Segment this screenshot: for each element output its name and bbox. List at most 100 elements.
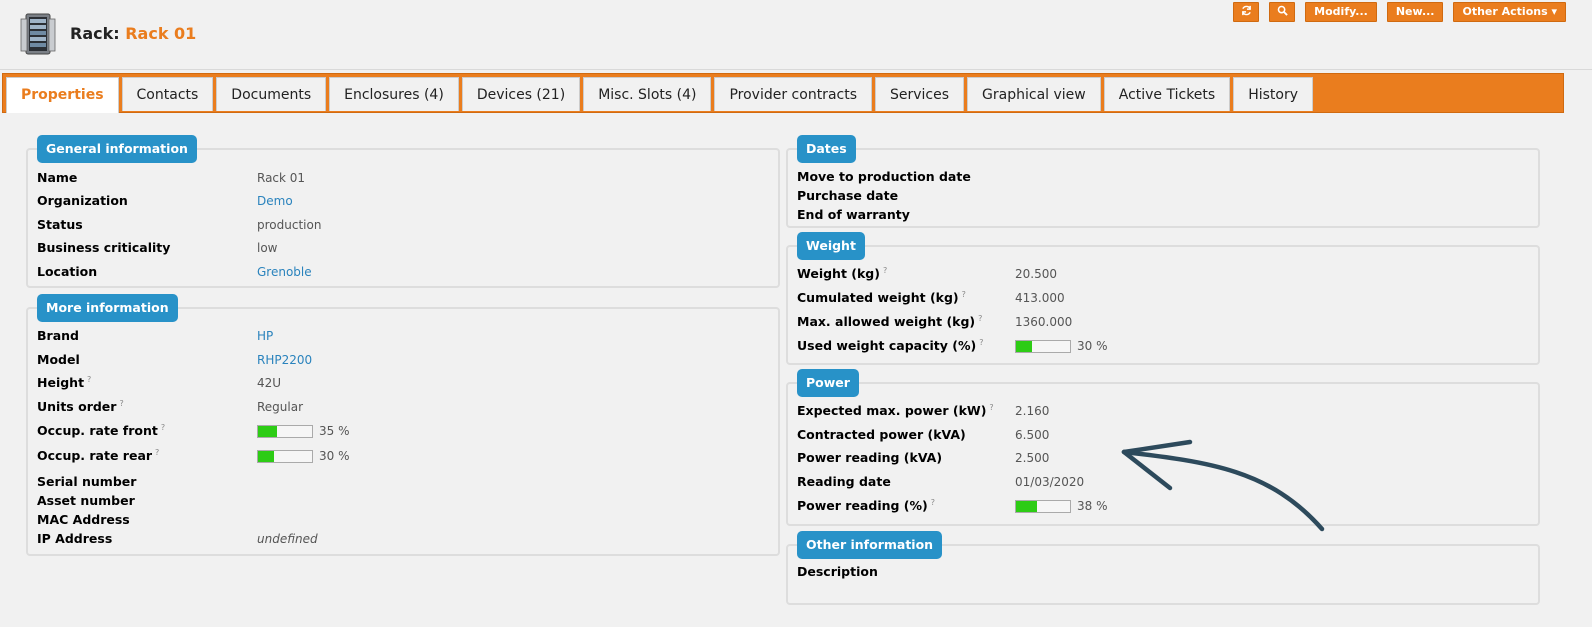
help-icon[interactable]: ?: [979, 338, 983, 347]
tab-graphical-view[interactable]: Graphical view: [967, 77, 1101, 111]
more-asset-number-label-text: Asset number: [37, 493, 135, 508]
more-units-order-label-text: Units order: [37, 399, 117, 415]
power-power-reading-kva-value: 2.500: [1015, 451, 1050, 465]
more-brand-value[interactable]: HP: [257, 329, 273, 343]
more-serial-number-label: Serial number: [37, 474, 136, 489]
general-location-label-text: Location: [37, 264, 98, 279]
more-occup-rate-rear-label-text: Occup. rate rear: [37, 448, 153, 464]
tab-enclosures-4[interactable]: Enclosures (4): [329, 77, 459, 111]
help-icon[interactable]: ?: [962, 290, 966, 299]
general-information-legend: General information: [37, 135, 197, 163]
weight-legend: Weight: [797, 232, 865, 260]
refresh-button[interactable]: [1233, 2, 1260, 22]
general-location-value[interactable]: Grenoble: [257, 265, 312, 279]
tab-provider-contracts[interactable]: Provider contracts: [714, 77, 872, 111]
help-icon[interactable]: ?: [931, 498, 935, 507]
help-icon[interactable]: ?: [161, 423, 165, 432]
general-location-label: Location: [37, 264, 97, 279]
power-power-reading-label: Power reading (%)?: [797, 498, 935, 513]
tab-history[interactable]: History: [1233, 77, 1314, 111]
weight-used-weight-capacity-value: 30 %: [1077, 339, 1108, 353]
more-occup-rate-rear-progress-fill: [258, 451, 275, 462]
power-power-reading-progress-fill: [1016, 501, 1037, 512]
tab-active-tickets[interactable]: Active Tickets: [1103, 77, 1231, 111]
other-information-legend: Other information: [797, 531, 943, 559]
title-label: Rack:: [70, 24, 120, 43]
title-value: Rack 01: [125, 24, 197, 43]
weight-weight-kg-label: Weight (kg)?: [797, 266, 887, 281]
dates-move-to-production-date-label: Move to production date: [797, 169, 971, 184]
rack-icon: [20, 13, 56, 55]
general-status-label: Status: [37, 217, 83, 232]
more-information-legend: More information: [37, 294, 178, 322]
tab-devices-21[interactable]: Devices (21): [461, 77, 581, 111]
search-icon: [1277, 5, 1288, 16]
tab-contacts[interactable]: Contacts: [121, 77, 214, 111]
general-organization-value[interactable]: Demo: [257, 194, 293, 208]
page-title: Rack: Rack 01: [70, 24, 196, 43]
power-power-reading-value: 38 %: [1077, 499, 1108, 513]
more-height-label-text: Height: [37, 375, 85, 391]
more-brand-label: Brand: [37, 328, 79, 343]
more-brand-label-text: Brand: [37, 328, 79, 343]
more-serial-number-label-text: Serial number: [37, 474, 137, 489]
more-asset-number-label: Asset number: [37, 493, 135, 508]
more-mac-address-label-text: MAC Address: [37, 512, 130, 527]
new-button[interactable]: New...: [1386, 2, 1444, 22]
more-occup-rate-front-progress-fill: [258, 426, 277, 437]
more-mac-address-label: MAC Address: [37, 512, 130, 527]
more-ip-address-label-text: IP Address: [37, 531, 113, 546]
more-occup-rate-rear-label: Occup. rate rear?: [37, 448, 159, 463]
more-occup-rate-front-progress-bar: [257, 425, 313, 438]
tab-misc-slots-4[interactable]: Misc. Slots (4): [583, 77, 712, 111]
tab-documents[interactable]: Documents: [216, 77, 327, 111]
power-power-reading-progress-bar: [1015, 500, 1071, 513]
dates-purchase-date-label: Purchase date: [797, 188, 898, 203]
more-model-label: Model: [37, 352, 80, 367]
power-expected-max-power-kw-label: Expected max. power (kW)?: [797, 403, 994, 418]
power-power-reading-kva-label: Power reading (kVA): [797, 450, 942, 465]
more-occup-rate-front-value: 35 %: [319, 424, 350, 438]
tab-properties[interactable]: Properties: [6, 77, 119, 113]
power-reading-date-label: Reading date: [797, 474, 891, 489]
help-icon[interactable]: ?: [883, 266, 887, 275]
more-units-order-label: Units order?: [37, 399, 124, 414]
general-status-label-text: Status: [37, 217, 83, 232]
power-power-reading-label-text: Power reading (%): [797, 498, 928, 514]
modify-button[interactable]: Modify...: [1305, 2, 1377, 22]
power-expected-max-power-kw-value: 2.160: [1015, 404, 1050, 418]
general-business-criticality-label-text: Business criticality: [37, 240, 171, 255]
dates-move-to-production-date-label-text: Move to production date: [797, 169, 971, 184]
help-icon[interactable]: ?: [989, 403, 993, 412]
tab-bar: Properties Contacts Documents Enclosures (4…: [2, 73, 1564, 113]
help-icon[interactable]: ?: [978, 314, 982, 323]
more-units-order-value: Regular: [257, 400, 304, 414]
other-description-label-text: Description: [797, 564, 878, 579]
weight-max-allowed-weight-kg-value: 1360.000: [1015, 315, 1073, 329]
help-icon[interactable]: ?: [87, 375, 91, 384]
dates-legend: Dates: [797, 135, 856, 163]
more-model-value[interactable]: RHP2200: [257, 353, 312, 367]
power-contracted-power-kva-label: Contracted power (kVA): [797, 427, 966, 442]
more-ip-address-value: undefined: [257, 532, 318, 546]
weight-cumulated-weight-kg-label-text: Cumulated weight (kg): [797, 290, 959, 306]
help-icon[interactable]: ?: [155, 448, 159, 457]
general-name-label-text: Name: [37, 170, 78, 185]
tab-services[interactable]: Services: [875, 77, 965, 111]
search-button[interactable]: [1269, 2, 1296, 22]
power-reading-date-value: 01/03/2020: [1015, 475, 1085, 489]
dates-end-of-warranty-label: End of warranty: [797, 207, 910, 222]
other-actions-button[interactable]: Other Actions ▾: [1453, 2, 1566, 22]
other-information-section: Other information Description: [786, 531, 1540, 605]
general-information-section: General information Name Rack 01 Organizat…: [26, 135, 780, 288]
more-height-value: 42U: [257, 376, 282, 390]
help-icon[interactable]: ?: [119, 399, 123, 408]
weight-max-allowed-weight-kg-label: Max. allowed weight (kg)?: [797, 314, 982, 329]
weight-max-allowed-weight-kg-label-text: Max. allowed weight (kg): [797, 314, 976, 330]
power-power-reading-kva-label-text: Power reading (kVA): [797, 450, 943, 465]
weight-weight-kg-label-text: Weight (kg): [797, 266, 880, 282]
more-occup-rate-front-label: Occup. rate front?: [37, 423, 165, 438]
general-name-value: Rack 01: [257, 171, 306, 185]
action-toolbar: Modify... New... Other Actions ▾: [1233, 2, 1566, 22]
power-expected-max-power-kw-label-text: Expected max. power (kW): [797, 403, 987, 419]
